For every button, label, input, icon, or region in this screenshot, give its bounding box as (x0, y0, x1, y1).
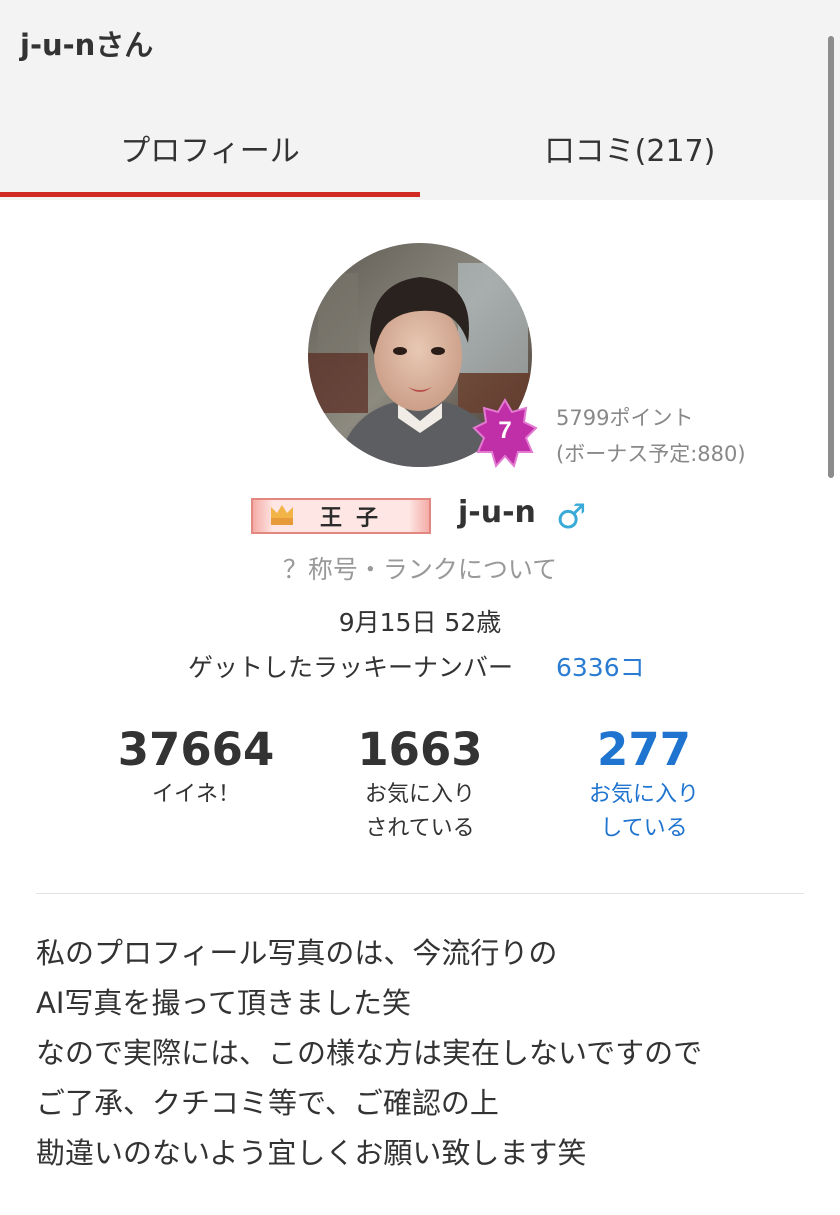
bio-line: ご了承、クチコミ等で、ご確認の上 (36, 1086, 499, 1120)
bonus-points: (ボーナス予定:880) (556, 442, 746, 466)
page-title: j-u-nさん (20, 28, 154, 62)
stat-favorited: 1663 お気に入り されている (300, 722, 540, 846)
male-icon: ♂ (556, 497, 587, 537)
divider (36, 893, 804, 894)
top-bar: j-u-nさん プロフィール 口コミ(217) (0, 0, 840, 200)
stat-favoriting-link[interactable]: 277 お気に入り している (524, 722, 764, 846)
bio-line: なので実際には、この様な方は実在しないですので (36, 1036, 703, 1070)
bio-line: 勘違いのないよう宜しくお願い致します笑 (36, 1136, 587, 1170)
likes-label: イイネ！ (151, 782, 240, 807)
points-value: 5799ポイント (556, 406, 694, 430)
birthday-age: 9月15日 52歳 (338, 608, 502, 637)
tab-profile-label: プロフィール (120, 134, 300, 169)
rank-level: 7 (498, 417, 511, 444)
scrollbar[interactable] (828, 36, 834, 478)
rank-help-link[interactable]: ？称号・ランクについて (0, 550, 840, 586)
likes-count: 37664 (117, 723, 275, 776)
favorited-label-line2: されている (365, 816, 475, 841)
favorited-label-line1: お気に入り (364, 782, 475, 807)
stat-likes: 37664 イイネ！ (76, 722, 316, 812)
favorited-count: 1663 (357, 723, 483, 776)
username: j-u-n (458, 495, 536, 530)
favoriting-label-line2: している (600, 816, 688, 841)
star-badge-icon: 7 (472, 398, 538, 469)
tab-reviews[interactable]: 口コミ(217) (420, 100, 840, 196)
lucky-number-value[interactable]: 6336コ (556, 648, 645, 684)
tab-reviews-label: 口コミ(217) (544, 134, 716, 169)
bio: 私のプロフィール写真のは、今流行りの AI写真を撮って頂きました笑 なので実際に… (36, 928, 826, 1178)
favoriting-label-line1: お気に入り (588, 782, 699, 807)
title-badge: 王子 (251, 498, 431, 534)
favoriting-count: 277 (597, 723, 691, 776)
tab-profile[interactable]: プロフィール (0, 100, 420, 196)
active-tab-indicator (0, 192, 420, 197)
lucky-number-label: ゲットしたラッキーナンバー (188, 653, 514, 682)
bio-line: 私のプロフィール写真のは、今流行りの (36, 936, 558, 970)
title-badge-text: 王子 (320, 506, 392, 531)
bio-line: AI写真を撮って頂きました笑 (36, 986, 411, 1020)
points-info: 5799ポイント (ボーナス予定:880) (556, 400, 746, 472)
